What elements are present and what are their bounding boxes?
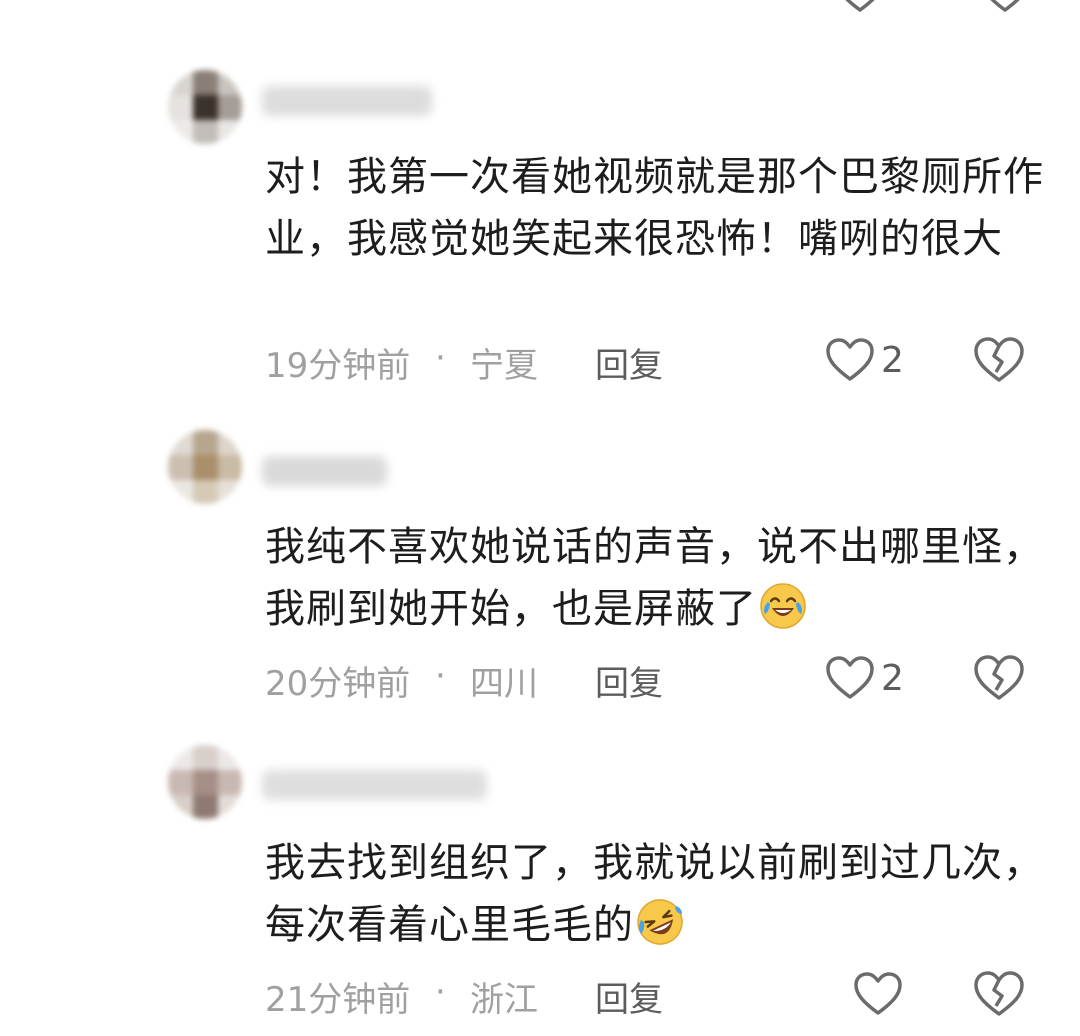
broken-heart-icon [974,655,1024,700]
meta-separator: · [435,656,446,696]
broken-heart-icon[interactable] [980,0,1030,23]
crying-laughing-emoji [760,583,806,629]
avatar[interactable] [168,430,242,504]
comment-time: 21分钟前 [265,980,411,1020]
like-button[interactable]: 2 [825,650,904,706]
avatar[interactable] [168,745,242,819]
like-count: 2 [881,657,904,699]
comment-time: 20分钟前 [265,664,411,704]
comment-meta: 20分钟前 · 四川 回复 2 [265,655,1045,706]
dislike-button[interactable] [973,332,1025,388]
broken-heart-icon [974,337,1024,382]
heart-outline-icon [854,972,902,1015]
rolling-laughing-emoji [637,899,683,945]
username[interactable] [262,456,387,486]
heart-outline-icon [826,338,874,381]
username[interactable] [262,770,487,800]
meta-separator: · [435,972,446,1012]
previous-comment-meta [265,0,1045,13]
comment-region: 宁夏 [470,346,538,386]
comment-text: 对！我第一次看她视频就是那个巴黎厕所作业，我感觉她笑起来很恐怖！嘴咧的很大 [265,146,1045,270]
dislike-button[interactable] [973,650,1025,706]
like-button[interactable] [853,966,903,1022]
username[interactable] [262,86,432,116]
heart-outline-icon[interactable] [835,0,885,23]
avatar[interactable] [168,70,242,144]
dislike-button[interactable] [973,966,1025,1022]
comment-body: 对！我第一次看她视频就是那个巴黎厕所作业，我感觉她笑起来很恐怖！嘴咧的很大 [265,154,1044,262]
comment-region: 四川 [470,664,538,704]
broken-heart-icon [974,971,1024,1016]
comment-meta: 21分钟前 · 浙江 回复 [265,971,1045,1022]
reply-button[interactable]: 回复 [595,338,663,387]
comment-text: 我去找到组织了，我就说以前刷到过几次，每次看着心里毛毛的 [265,832,1045,956]
reply-button[interactable]: 回复 [595,656,663,705]
comment-text: 我纯不喜欢她说话的声音，说不出哪里怪，我刷到她开始，也是屏蔽了 [265,516,1045,640]
comment-region: 浙江 [470,980,538,1020]
reply-button[interactable]: 回复 [595,972,663,1021]
heart-outline-icon [826,656,874,699]
comment-meta: 19分钟前 · 宁夏 回复 2 [265,337,1045,388]
comment-body: 我纯不喜欢她说话的声音，说不出哪里怪，我刷到她开始，也是屏蔽了 [265,524,1044,632]
like-button[interactable]: 2 [825,332,904,388]
like-count: 2 [881,339,904,381]
comment-time: 19分钟前 [265,346,411,386]
meta-separator: · [435,338,446,378]
